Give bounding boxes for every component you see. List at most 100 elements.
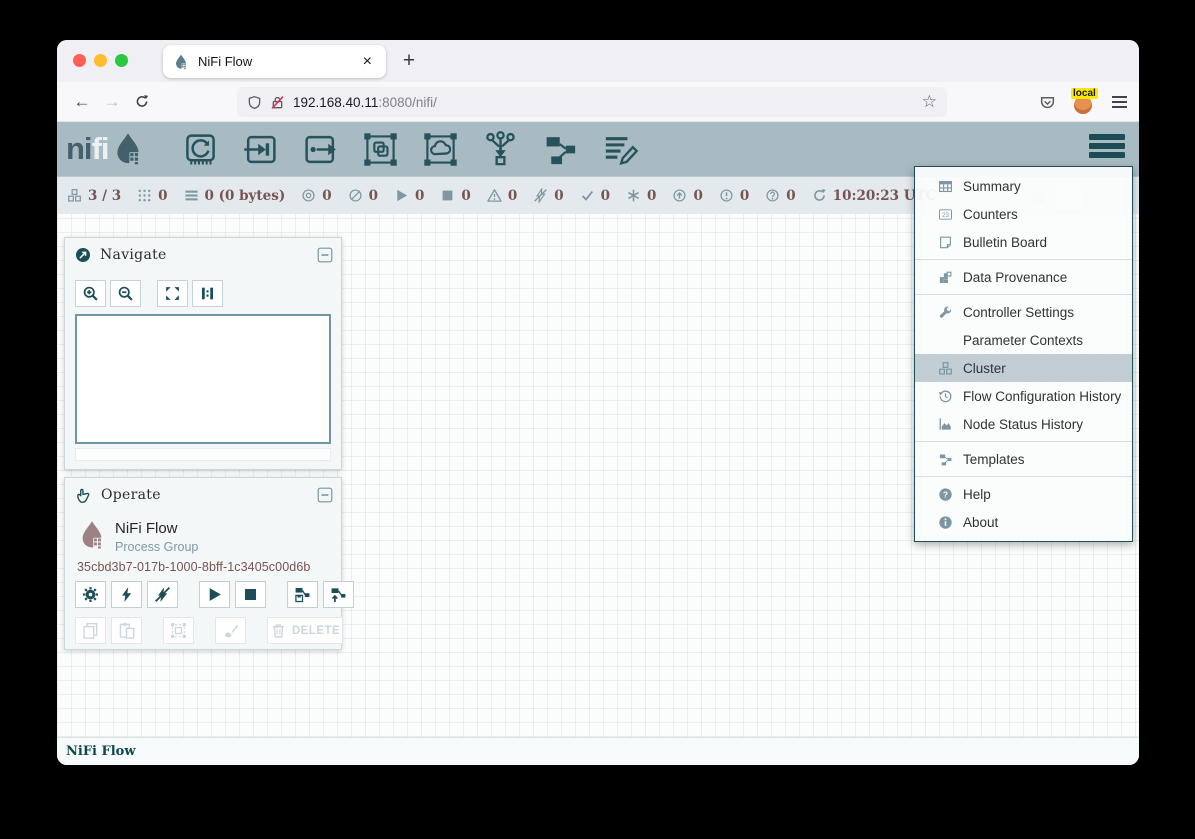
status-value: 0 (0 bytes): [205, 188, 286, 204]
navigate-header: Navigate: [65, 238, 341, 272]
stop-button[interactable]: [235, 581, 266, 608]
menu-item-summary[interactable]: Summary: [915, 172, 1132, 200]
birdseye-minimap[interactable]: [75, 314, 331, 444]
status-active-threads: 0: [137, 188, 167, 204]
reload-button[interactable]: [127, 94, 157, 109]
menu-item-parameter-contexts[interactable]: Parameter Contexts: [915, 326, 1132, 354]
menu-item-controller-settings[interactable]: Controller Settings: [915, 298, 1132, 326]
browser-tab[interactable]: NiFi Flow ×: [163, 45, 386, 78]
account-button[interactable]: local: [1073, 90, 1095, 114]
disable-button[interactable]: [147, 581, 178, 608]
processor-component-icon[interactable]: [181, 129, 221, 169]
browser-menu-button[interactable]: [1112, 96, 1127, 108]
zoom-in-button[interactable]: [75, 280, 106, 307]
not-transmitting-icon: [348, 188, 363, 203]
status-value: 0: [601, 188, 610, 204]
menu-item-counters[interactable]: Counters: [915, 200, 1132, 228]
label-component-icon[interactable]: [601, 129, 641, 169]
selected-flow-name: NiFi Flow: [115, 520, 198, 537]
zoom-actual-size-button[interactable]: [192, 280, 223, 307]
menu-item-node-status-history[interactable]: Node Status History: [915, 410, 1132, 438]
menu-item-label: Help: [963, 487, 991, 502]
menu-item-about[interactable]: About: [915, 508, 1132, 536]
bookmark-star-icon[interactable]: ☆: [922, 92, 937, 112]
breadcrumb[interactable]: NiFi Flow: [66, 744, 136, 759]
menu-divider: [915, 476, 1132, 477]
pocket-icon[interactable]: [1039, 94, 1056, 111]
zoom-out-button[interactable]: [110, 280, 141, 307]
menu-item-templates[interactable]: Templates: [915, 445, 1132, 473]
collapse-button[interactable]: [317, 487, 333, 503]
cubes-icon: [938, 361, 953, 376]
menu-item-bulletin-board[interactable]: Bulletin Board: [915, 228, 1132, 256]
operate-actions-row-2: DELETE: [75, 617, 348, 644]
input-port-component-icon[interactable]: [241, 129, 281, 169]
menu-item-cluster[interactable]: Cluster: [915, 354, 1132, 382]
upload-template-button[interactable]: [323, 581, 354, 608]
status-value: 0: [740, 188, 749, 204]
menu-item-data-provenance[interactable]: Data Provenance: [915, 263, 1132, 291]
global-menu: Summary Counters Bulletin Board Data Pro…: [914, 166, 1133, 542]
enable-button[interactable]: [111, 581, 142, 608]
menu-item-label: Data Provenance: [963, 270, 1067, 285]
account-container-label: local: [1071, 88, 1098, 99]
process-group-id: 35cbd3b7-017b-1000-8bff-1c3405c00d6b: [77, 560, 310, 574]
process-group-drop-icon: [77, 516, 107, 554]
wrench-icon: [938, 305, 953, 320]
delete-label: DELETE: [292, 625, 340, 637]
output-port-component-icon[interactable]: [301, 129, 341, 169]
status-value: 0: [158, 188, 167, 204]
tab-close-icon[interactable]: ×: [359, 53, 376, 71]
template-component-icon[interactable]: [541, 129, 581, 169]
close-window-button[interactable]: [73, 54, 86, 67]
logo-text-ni: ni: [66, 131, 92, 167]
status-up-to-date: 0: [580, 188, 610, 204]
nifi-global-menu-button[interactable]: [1089, 134, 1125, 158]
maximize-window-button[interactable]: [115, 54, 128, 67]
create-template-button[interactable]: [287, 581, 318, 608]
back-button[interactable]: ←: [67, 92, 97, 112]
status-stale: 0: [672, 188, 702, 204]
status-value: 0: [693, 188, 702, 204]
navigate-buttons: [75, 280, 227, 307]
zoom-fit-button[interactable]: [157, 280, 188, 307]
menu-item-flow-configuration-history[interactable]: Flow Configuration History: [915, 382, 1132, 410]
url-path: :8080/nifi/: [378, 95, 437, 110]
menu-item-label: Controller Settings: [963, 305, 1074, 320]
zoom-in-icon: [82, 285, 99, 302]
configuration-button[interactable]: [75, 581, 106, 608]
menu-item-label: Node Status History: [963, 417, 1083, 432]
status-locally-modified: 0: [626, 188, 656, 204]
provenance-icon: [938, 270, 953, 285]
change-color-button: [215, 617, 246, 644]
crossed-bolt-icon: [154, 586, 171, 603]
remote-process-group-component-icon[interactable]: [421, 129, 461, 169]
menu-item-label: Summary: [963, 179, 1021, 194]
selected-flow-type: Process Group: [115, 540, 198, 554]
table-icon: [938, 179, 953, 194]
url-bar: ← → 192.168.40.11:8080/nifi/ ☆ local: [57, 82, 1139, 122]
delete-button: DELETE: [267, 617, 343, 644]
refresh-icon[interactable]: [812, 188, 827, 203]
minimize-window-button[interactable]: [94, 54, 107, 67]
new-tab-button[interactable]: +: [395, 47, 423, 75]
counters-icon: [938, 207, 953, 222]
exclamation-circle-icon: [719, 188, 734, 203]
start-button[interactable]: [199, 581, 230, 608]
tab-bar: NiFi Flow × +: [57, 40, 1139, 82]
insecure-lock-icon[interactable]: [270, 95, 285, 110]
minimap-footer-strip: [75, 448, 331, 461]
operate-actions-row-1: [75, 581, 359, 608]
stop-icon: [242, 586, 259, 603]
funnel-component-icon[interactable]: [481, 129, 521, 169]
menu-item-help[interactable]: Help: [915, 480, 1132, 508]
collapse-button[interactable]: [317, 247, 333, 263]
crossed-bolt-icon: [533, 188, 548, 203]
status-value: 0: [647, 188, 656, 204]
address-input[interactable]: 192.168.40.11:8080/nifi/ ☆: [237, 87, 947, 117]
browser-action-icons: local: [1039, 82, 1127, 122]
tracking-shield-icon[interactable]: [247, 95, 262, 110]
status-disabled: 0: [533, 188, 563, 204]
help-icon: [938, 487, 953, 502]
process-group-component-icon[interactable]: [361, 129, 401, 169]
